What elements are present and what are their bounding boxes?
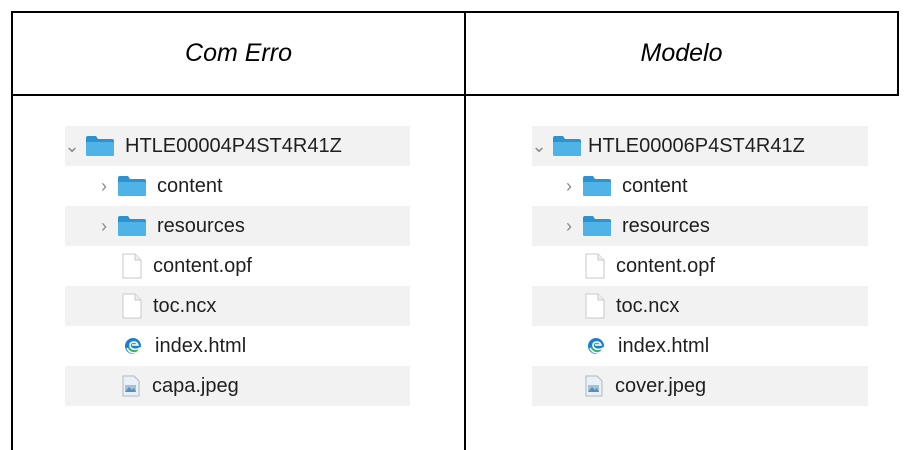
folder-icon bbox=[117, 215, 147, 237]
tree-item-label: index.html bbox=[618, 334, 710, 357]
chevron-right-icon[interactable]: › bbox=[97, 176, 111, 196]
tree-item-content-opf[interactable]: content.opf bbox=[532, 246, 868, 286]
tree-item-toc-ncx[interactable]: toc.ncx bbox=[532, 286, 868, 326]
folder-icon bbox=[85, 135, 115, 157]
chevron-down-icon[interactable]: ⌄ bbox=[531, 136, 546, 156]
tree-item-label: capa.jpeg bbox=[152, 374, 239, 397]
tree-root-row[interactable]: ⌄ HTLE00006P4ST4R41Z bbox=[531, 126, 868, 166]
left-file-tree: ⌄ HTLE00004P4ST4R41Z › content › resourc… bbox=[64, 126, 410, 406]
chevron-right-icon[interactable]: › bbox=[97, 216, 111, 236]
tree-root-label: HTLE00006P4ST4R41Z bbox=[588, 134, 805, 157]
tree-item-label: index.html bbox=[155, 334, 247, 357]
tree-item-label: toc.ncx bbox=[153, 294, 217, 317]
edge-browser-icon bbox=[587, 337, 605, 355]
tree-item-cover-jpeg[interactable]: cover.jpeg bbox=[532, 366, 868, 406]
tree-item-label: resources bbox=[622, 214, 710, 237]
folder-icon bbox=[582, 215, 612, 237]
image-file-icon bbox=[122, 375, 140, 397]
edge-browser-icon bbox=[124, 337, 142, 355]
tree-root-row[interactable]: ⌄ HTLE00004P4ST4R41Z bbox=[64, 126, 410, 166]
document-icon bbox=[121, 253, 143, 279]
tree-item-toc-ncx[interactable]: toc.ncx bbox=[65, 286, 410, 326]
chevron-right-icon[interactable]: › bbox=[562, 216, 576, 236]
folder-icon bbox=[582, 175, 612, 197]
tree-item-label: toc.ncx bbox=[616, 294, 680, 317]
chevron-right-icon[interactable]: › bbox=[562, 176, 576, 196]
chevron-down-icon[interactable]: ⌄ bbox=[64, 136, 79, 156]
tree-item-label: cover.jpeg bbox=[615, 374, 707, 397]
document-icon bbox=[584, 253, 606, 279]
tree-item-label: content.opf bbox=[616, 254, 715, 277]
image-file-icon bbox=[585, 375, 603, 397]
tree-item-capa-jpeg[interactable]: capa.jpeg bbox=[65, 366, 410, 406]
tree-item-resources[interactable]: › resources bbox=[532, 206, 868, 246]
table-right-border bbox=[897, 11, 899, 96]
tree-item-label: content bbox=[622, 174, 688, 197]
folder-icon bbox=[552, 135, 582, 157]
tree-item-content-opf[interactable]: content.opf bbox=[65, 246, 410, 286]
document-icon bbox=[121, 293, 143, 319]
tree-root-label: HTLE00004P4ST4R41Z bbox=[125, 134, 342, 157]
tree-item-resources[interactable]: › resources bbox=[65, 206, 410, 246]
tree-item-label: resources bbox=[157, 214, 245, 237]
tree-item-content[interactable]: › content bbox=[65, 166, 410, 206]
header-modelo: Modelo bbox=[640, 39, 723, 67]
folder-icon bbox=[117, 175, 147, 197]
tree-item-label: content.opf bbox=[153, 254, 252, 277]
tree-item-content[interactable]: › content bbox=[532, 166, 868, 206]
comparison-table: Com Erro Modelo ⌄ HTLE00004P4ST4R41Z › c… bbox=[0, 0, 912, 450]
right-file-tree: ⌄ HTLE00006P4ST4R41Z › content › resourc… bbox=[531, 126, 868, 406]
tree-item-index-html[interactable]: index.html bbox=[65, 326, 410, 366]
tree-item-index-html[interactable]: index.html bbox=[532, 326, 868, 366]
tree-item-label: content bbox=[157, 174, 223, 197]
document-icon bbox=[584, 293, 606, 319]
header-com-erro: Com Erro bbox=[185, 39, 292, 67]
